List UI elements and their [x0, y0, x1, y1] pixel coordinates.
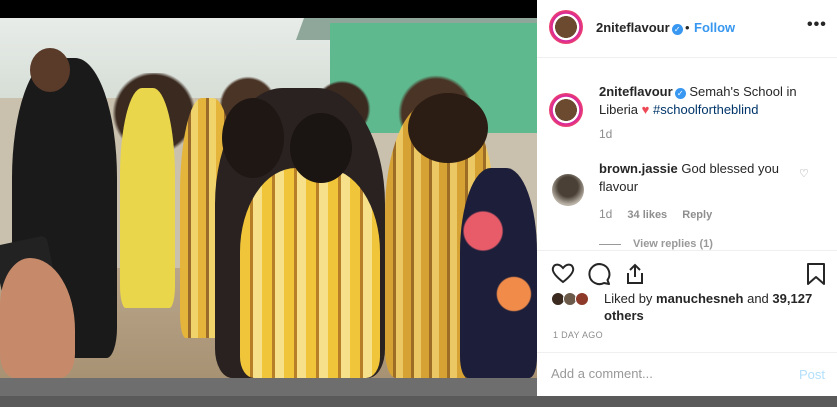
comment-bubble-svg — [588, 263, 611, 286]
comment-likes[interactable]: 34 likes — [627, 209, 667, 221]
post-header: 2niteflavour ✓ • Follow ••• — [537, 0, 837, 58]
bookmark-icon[interactable] — [806, 262, 826, 290]
photo-woman — [460, 168, 537, 378]
verified-badge-icon: ✓ — [674, 88, 686, 99]
post-timestamp[interactable]: 1 DAY AGO — [553, 330, 603, 340]
photo-child-head — [290, 113, 352, 183]
separator-dot: • — [685, 20, 690, 35]
like-heart-icon[interactable] — [551, 262, 575, 288]
photo-girl-head — [408, 93, 488, 163]
liker-avatar — [575, 292, 589, 306]
post-side-panel: 2niteflavour ✓ • Follow ••• 2niteflavour ✓… — [537, 0, 837, 396]
follow-button[interactable]: Follow — [694, 20, 735, 35]
commenter-avatar[interactable] — [552, 174, 584, 206]
comment-username[interactable]: brown.jassie — [599, 161, 678, 176]
caption-author-avatar[interactable] — [549, 93, 583, 127]
photo-child — [240, 168, 380, 378]
author-username-text[interactable]: 2niteflavour — [596, 20, 670, 35]
verified-badge-icon: ✓ — [671, 24, 683, 35]
photo-person-yellow — [120, 88, 175, 308]
likes-user[interactable]: manuchesneh — [656, 291, 743, 306]
post-caption: 2niteflavour ✓ Semah's School in Liberia … — [599, 83, 824, 119]
likes-prefix: Liked by — [604, 291, 653, 306]
comment-meta: 1d 34 likes Reply — [599, 207, 724, 221]
red-heart-emoji-icon: ♥ — [641, 102, 650, 117]
caption-username[interactable]: 2niteflavour — [599, 84, 673, 99]
comment-bubble-icon[interactable] — [587, 262, 611, 290]
photo-head — [30, 48, 70, 92]
likes-and: and — [747, 291, 769, 306]
comment-reply-button[interactable]: Reply — [682, 209, 712, 221]
caption-hashtag[interactable]: #schoolfortheblind — [653, 102, 759, 117]
more-options-icon[interactable]: ••• — [807, 16, 827, 34]
add-comment-input[interactable] — [551, 366, 781, 381]
post-photo[interactable] — [0, 18, 537, 378]
post-comment-button[interactable]: Post — [799, 367, 825, 382]
photo-man-head — [222, 98, 284, 178]
bottom-bar — [0, 396, 837, 407]
comment-like-heart-icon[interactable]: ♡ — [799, 167, 809, 180]
bookmark-svg — [807, 263, 825, 285]
heart-outline-icon — [551, 263, 575, 284]
caption-time[interactable]: 1d — [599, 127, 612, 141]
add-comment-bar: Post — [537, 352, 837, 396]
share-icon[interactable] — [623, 262, 647, 290]
comment: brown.jassie God blessed you flavour — [599, 160, 799, 196]
view-replies-line — [599, 244, 621, 245]
share-svg — [627, 263, 643, 284]
author-username[interactable]: 2niteflavour ✓ — [596, 20, 683, 35]
comment-time[interactable]: 1d — [599, 207, 612, 221]
likes-summary: Liked by manuchesneh and 39,127 others — [604, 290, 829, 324]
view-replies-button[interactable]: View replies (1) — [633, 238, 713, 250]
author-avatar[interactable] — [549, 10, 583, 44]
